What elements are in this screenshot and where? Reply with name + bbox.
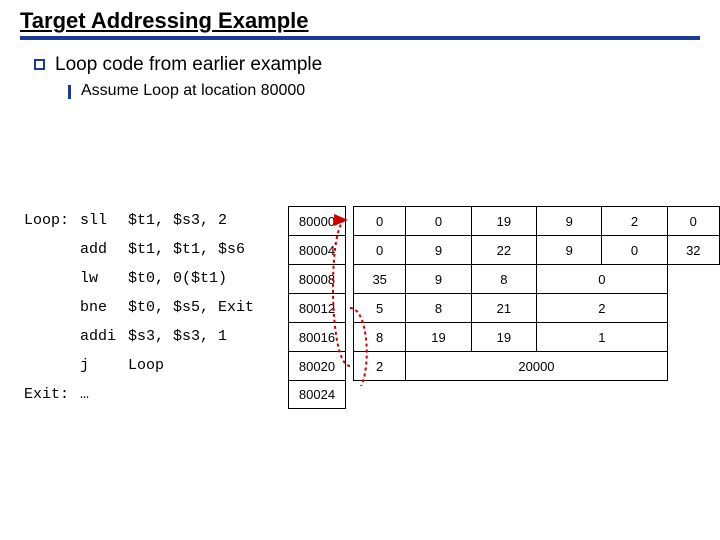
mnemonic: …	[80, 386, 128, 403]
code-row: Exit: … 80024	[24, 380, 346, 409]
operands: Loop	[128, 357, 288, 374]
code-row: addi $s3, $s3, 1 80016	[24, 322, 346, 351]
enc-cell: 19	[406, 323, 471, 352]
address-cell: 80024	[288, 380, 346, 409]
address-cell: 80016	[288, 322, 346, 351]
enc-cell: 2	[354, 352, 406, 381]
enc-cell: 2	[602, 207, 667, 236]
enc-cell: 0	[667, 207, 719, 236]
bar-bullet-icon	[68, 85, 71, 99]
code-row: Loop: sll $t1, $s3, 2 80000	[24, 206, 346, 235]
enc-cell: 32	[667, 236, 719, 265]
assembly-listing: Loop: sll $t1, $s3, 2 80000 add $t1, $t1…	[24, 206, 346, 409]
table-row: 0 9 22 9 0 32	[354, 236, 720, 265]
mnemonic: bne	[80, 299, 128, 316]
address-cell: 80000	[288, 206, 346, 235]
address-cell: 80020	[288, 351, 346, 380]
table-row: 0 0 19 9 2 0	[354, 207, 720, 236]
enc-cell: 8	[406, 294, 471, 323]
label: Exit:	[24, 386, 80, 403]
table-row: 5 8 21 2	[354, 294, 720, 323]
enc-cell: 0	[406, 207, 471, 236]
enc-cell: 19	[471, 207, 536, 236]
operands: $t0, $s5, Exit	[128, 299, 288, 316]
enc-cell: 2	[537, 294, 668, 323]
bullet-1-text: Loop code from earlier example	[55, 54, 322, 76]
address-cell: 80012	[288, 293, 346, 322]
bullet-level-1: Loop code from earlier example	[34, 54, 700, 76]
enc-cell: 0	[537, 265, 668, 294]
enc-cell: 9	[537, 236, 602, 265]
operands: $s3, $s3, 1	[128, 328, 288, 345]
enc-cell: 8	[471, 265, 536, 294]
enc-cell: 0	[354, 207, 406, 236]
enc-cell: 22	[471, 236, 536, 265]
code-row: add $t1, $t1, $s6 80004	[24, 235, 346, 264]
code-row: bne $t0, $s5, Exit 80012	[24, 293, 346, 322]
bullet-level-2: Assume Loop at location 80000	[68, 82, 700, 100]
table-row: 2 20000	[354, 352, 720, 381]
operands: $t1, $t1, $s6	[128, 241, 288, 258]
table-row: 35 9 8 0	[354, 265, 720, 294]
table-row: 8 19 19 1	[354, 323, 720, 352]
enc-cell: 20000	[406, 352, 667, 381]
enc-cell: 0	[602, 236, 667, 265]
enc-cell: 8	[354, 323, 406, 352]
operands: $t0, 0($t1)	[128, 270, 288, 287]
square-bullet-icon	[34, 59, 45, 70]
encoding-table: 0 0 19 9 2 0 0 9 22 9 0 32 35 9 8 0 5 8 …	[353, 206, 720, 381]
mnemonic: addi	[80, 328, 128, 345]
enc-cell: 0	[354, 236, 406, 265]
enc-cell: 5	[354, 294, 406, 323]
mnemonic: lw	[80, 270, 128, 287]
mnemonic: sll	[80, 212, 128, 229]
address-cell: 80004	[288, 235, 346, 264]
code-row: lw $t0, 0($t1) 80008	[24, 264, 346, 293]
enc-cell: 9	[537, 207, 602, 236]
enc-cell: 19	[471, 323, 536, 352]
enc-cell: 9	[406, 236, 471, 265]
enc-cell: 35	[354, 265, 406, 294]
slide-title: Target Addressing Example	[20, 8, 700, 40]
operands: $t1, $s3, 2	[128, 212, 288, 229]
mnemonic: add	[80, 241, 128, 258]
label: Loop:	[24, 212, 80, 229]
bullet-2-text: Assume Loop at location 80000	[81, 82, 305, 100]
address-cell: 80008	[288, 264, 346, 293]
enc-cell: 1	[537, 323, 668, 352]
enc-cell: 21	[471, 294, 536, 323]
mnemonic: j	[80, 357, 128, 374]
code-row: j Loop 80020	[24, 351, 346, 380]
enc-cell: 9	[406, 265, 471, 294]
